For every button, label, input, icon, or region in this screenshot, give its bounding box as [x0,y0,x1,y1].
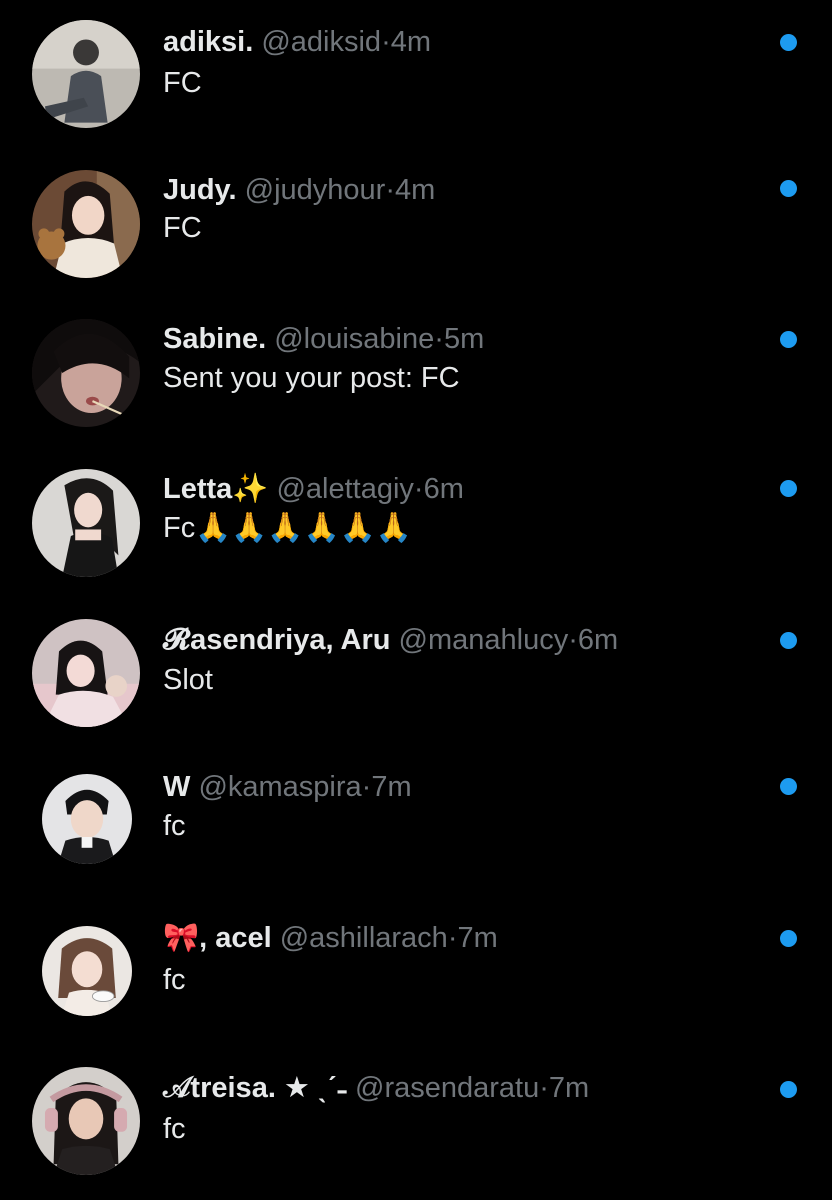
avatar[interactable] [32,319,140,427]
timestamp: 7m [457,922,498,954]
avatar-photo-icon [32,1067,140,1175]
message-row[interactable]: 𝓡asendriya, Aru @manahlucy·6m Slot [0,600,832,740]
message-preview: fc [163,1113,186,1145]
sender-name: adiksi. [163,26,254,58]
unread-dot-icon [780,480,797,497]
avatar-photo-icon [42,926,132,1016]
avatar-photo-icon [32,170,140,278]
message-preview: FC [163,212,202,244]
message-row[interactable]: adiksi. @adiksid·4m FC [0,0,832,140]
message-row[interactable]: Sabine. @louisabine·5m Sent you your pos… [0,300,832,440]
avatar[interactable] [42,774,132,864]
separator: · [568,624,578,656]
sender-handle: @ashillarach [279,922,448,954]
separator: · [381,26,391,58]
message-preview: Slot [163,664,213,696]
avatar[interactable] [32,469,140,577]
sender-handle: @manahlucy [398,624,569,656]
separator: · [361,771,372,803]
sender-handle: @rasendaratu [355,1072,540,1104]
message-row[interactable]: 🎀, acel @ashillarach·7m fc [0,900,832,1040]
message-list: adiksi. @adiksid·4m FC Judy. @judyhour·4… [0,0,832,1200]
sender-handle: @judyhour [244,174,386,206]
timestamp: 6m [577,624,619,656]
message-preview: FC [163,67,202,99]
sender-name: Letta✨ [163,473,269,505]
separator: · [385,174,396,206]
unread-dot-icon [780,632,797,649]
avatar-photo-icon [32,319,140,427]
avatar[interactable] [32,619,140,727]
avatar[interactable] [42,926,132,1016]
sender-name: 𝓡asendriya, Aru [163,624,391,656]
timestamp: 7m [371,771,412,803]
avatar[interactable] [32,20,140,128]
message-row[interactable]: W @kamaspira·7m fc [0,750,832,890]
sender-handle: @alettagiy [276,473,414,505]
timestamp: 6m [423,473,464,505]
separator: · [434,323,444,355]
avatar-photo-icon [32,619,140,727]
sender-name: 𝒜treisa. ★ ˎˊ˗ [163,1072,347,1104]
unread-dot-icon [780,930,797,947]
message-row[interactable]: Judy. @judyhour·4m FC [0,150,832,290]
message-row[interactable]: Letta✨ @alettagiy·6m Fc🙏🙏🙏🙏🙏🙏 [0,450,832,590]
timestamp: 4m [395,174,436,206]
unread-dot-icon [780,1081,797,1098]
unread-dot-icon [780,331,797,348]
avatar[interactable] [32,170,140,278]
unread-dot-icon [780,180,797,197]
avatar[interactable] [32,1067,140,1175]
message-row[interactable]: 𝒜treisa. ★ ˎˊ˗ @rasendaratu·7m fc [0,1050,832,1190]
avatar-photo-icon [32,20,140,128]
unread-dot-icon [780,778,797,795]
sender-handle: @louisabine [274,323,435,355]
unread-dot-icon [780,34,797,51]
message-preview: fc [163,964,186,996]
message-preview: fc [163,810,186,842]
timestamp: 5m [443,323,485,355]
sender-name: Sabine. [163,323,267,355]
sender-handle: @adiksid [261,26,382,58]
message-preview: Sent you your post: FC [163,362,460,394]
sender-name: 🎀, acel [163,922,272,954]
sender-name: W [163,771,191,803]
separator: · [539,1072,549,1104]
avatar-photo-icon [42,774,132,864]
timestamp: 7m [548,1072,590,1104]
sender-handle: @kamaspira [198,771,362,803]
message-preview: Fc🙏🙏🙏🙏🙏🙏 [163,512,412,544]
sender-name: Judy. [163,174,237,206]
separator: · [413,473,424,505]
timestamp: 4m [390,26,432,58]
avatar-photo-icon [32,469,140,577]
